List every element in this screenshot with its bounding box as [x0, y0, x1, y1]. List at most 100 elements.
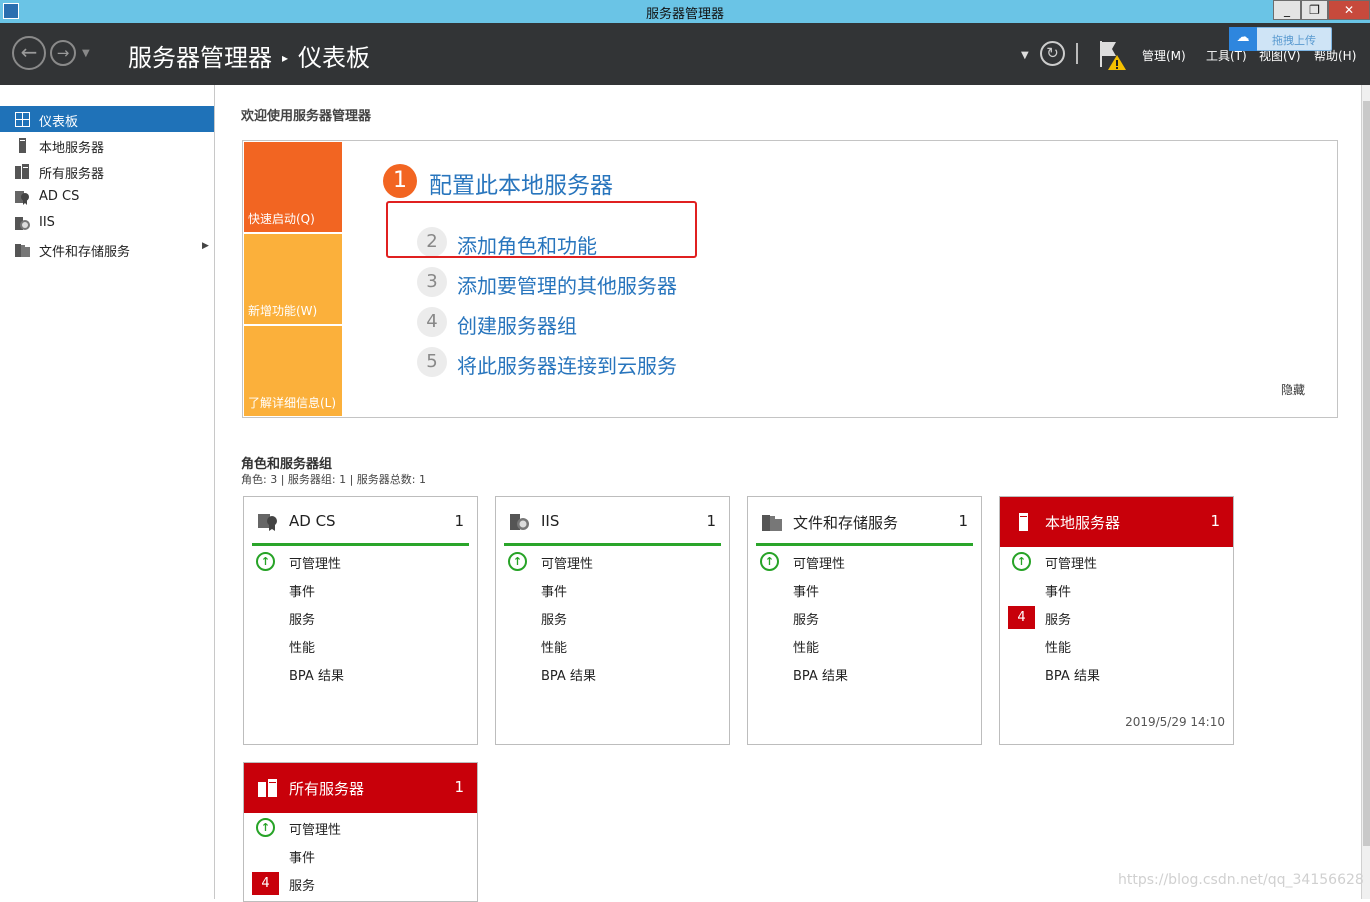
row-services[interactable]: 服务 — [1045, 609, 1071, 628]
card-count: 1 — [1210, 512, 1220, 530]
card-header[interactable]: AD CS 1 — [244, 497, 477, 547]
status-line — [252, 543, 469, 546]
step-configure-local-server[interactable]: 配置此本地服务器 — [429, 166, 613, 200]
status-line — [504, 543, 721, 546]
menu-manage[interactable]: 管理(M) — [1142, 47, 1186, 64]
divider — [1076, 43, 1078, 64]
services-alert-badge: 4 — [1008, 606, 1035, 629]
ok-status-icon: ↑ — [256, 818, 275, 837]
card-title: AD CS — [289, 512, 336, 530]
refresh-button[interactable]: ↻ — [1040, 41, 1065, 66]
restore-button[interactable]: ❐ — [1301, 0, 1328, 20]
window-title: 服务器管理器 — [645, 7, 724, 22]
card-title: 本地服务器 — [1045, 514, 1121, 532]
welcome-title: 欢迎使用服务器管理器 — [241, 109, 372, 124]
step-number: 5 — [417, 347, 447, 377]
row-performance[interactable]: 性能 — [1045, 637, 1071, 656]
minimize-button[interactable]: _ — [1273, 0, 1301, 20]
sidebar-item-label: 所有服务器 — [39, 167, 105, 182]
sidebar-item-adcs[interactable]: AD CS — [0, 184, 214, 210]
tab-whats-new[interactable]: 新增功能(W) — [244, 234, 342, 324]
role-card-all-servers[interactable]: 所有服务器 1 ↑ 可管理性 事件 4 服务 — [243, 762, 478, 902]
expand-arrow-icon[interactable]: ▶ — [202, 241, 209, 251]
row-performance[interactable]: 性能 — [289, 637, 315, 656]
ok-status-icon: ↑ — [508, 552, 527, 571]
sidebar-item-label: 文件和存储服务 — [39, 245, 131, 260]
forward-button[interactable]: → — [50, 40, 76, 66]
notifications-flag-button[interactable] — [1099, 39, 1126, 70]
upload-widget[interactable]: ☁ 拖拽上传 — [1229, 27, 1332, 51]
row-manageability[interactable]: 可管理性 — [289, 553, 341, 572]
iis-icon — [15, 217, 30, 230]
row-bpa-results[interactable]: BPA 结果 — [541, 665, 596, 684]
row-services[interactable]: 服务 — [541, 609, 567, 628]
status-line — [756, 543, 973, 546]
row-manageability[interactable]: 可管理性 — [289, 819, 341, 838]
row-services[interactable]: 服务 — [793, 609, 819, 628]
role-card-local-server[interactable]: 本地服务器 1 ↑ 可管理性 事件 4 服务 性能 BPA 结果 2019/5/… — [999, 496, 1234, 745]
card-header[interactable]: IIS 1 — [496, 497, 729, 547]
card-title: 所有服务器 — [289, 780, 365, 798]
step-number: 3 — [417, 267, 447, 297]
sidebar: 仪表板 本地服务器 所有服务器 AD CS IIS 文件和存储服务 ▶ — [0, 85, 215, 899]
step-number: 1 — [383, 164, 417, 198]
highlight-annotation — [386, 201, 697, 258]
refresh-icon: ↻ — [1046, 44, 1059, 62]
step-create-server-group[interactable]: 创建服务器组 — [457, 310, 577, 339]
file-storage-icon — [15, 244, 30, 257]
row-performance[interactable]: 性能 — [541, 637, 567, 656]
step-add-servers[interactable]: 添加要管理的其他服务器 — [457, 270, 677, 299]
card-count: 1 — [706, 512, 716, 530]
sidebar-item-label: AD CS — [39, 189, 80, 204]
row-services[interactable]: 服务 — [289, 875, 315, 894]
row-services[interactable]: 服务 — [289, 609, 315, 628]
row-bpa-results[interactable]: BPA 结果 — [793, 665, 848, 684]
role-card-file-storage[interactable]: 文件和存储服务 1 ↑ 可管理性 事件 服务 性能 BPA 结果 — [747, 496, 982, 745]
step-connect-cloud[interactable]: 将此服务器连接到云服务 — [457, 350, 677, 379]
tab-label: 快速启动(Q) — [248, 212, 315, 226]
ok-status-icon: ↑ — [1012, 552, 1031, 571]
watermark: https://blog.csdn.net/qq_34156628 — [1118, 872, 1364, 888]
row-events[interactable]: 事件 — [289, 847, 315, 866]
upload-label: 拖拽上传 — [1272, 34, 1316, 47]
row-events[interactable]: 事件 — [541, 581, 567, 600]
card-header[interactable]: 本地服务器 1 — [1000, 497, 1233, 547]
role-card-adcs[interactable]: AD CS 1 ↑ 可管理性 事件 服务 性能 BPA 结果 — [243, 496, 478, 745]
row-manageability[interactable]: 可管理性 — [541, 553, 593, 572]
tab-label: 了解详细信息(L) — [248, 396, 337, 410]
servers-icon — [15, 164, 29, 179]
back-button[interactable]: ← — [12, 36, 46, 70]
sidebar-item-label: IIS — [39, 215, 55, 230]
card-header[interactable]: 文件和存储服务 1 — [748, 497, 981, 547]
row-events[interactable]: 事件 — [289, 581, 315, 600]
role-card-iis[interactable]: IIS 1 ↑ 可管理性 事件 服务 性能 BPA 结果 — [495, 496, 730, 745]
breadcrumb-root[interactable]: 服务器管理器 — [128, 44, 272, 72]
close-button[interactable]: ✕ — [1328, 0, 1370, 20]
scrollbar-thumb[interactable] — [1363, 101, 1370, 846]
row-bpa-results[interactable]: BPA 结果 — [1045, 665, 1100, 684]
tab-quick-start[interactable]: 快速启动(Q) — [244, 142, 342, 232]
sidebar-item-iis[interactable]: IIS — [0, 210, 214, 236]
tab-learn-more[interactable]: 了解详细信息(L) — [244, 326, 342, 416]
vertical-scrollbar[interactable] — [1361, 85, 1370, 899]
row-performance[interactable]: 性能 — [793, 637, 819, 656]
breadcrumb-dropdown-icon[interactable]: ▼ — [1021, 50, 1029, 61]
history-dropdown-icon[interactable]: ▼ — [82, 48, 90, 59]
dashboard-content: 欢迎使用服务器管理器 快速启动(Q) 新增功能(W) 了解详细信息(L) 1 配… — [216, 85, 1361, 902]
sidebar-item-file-storage[interactable]: 文件和存储服务 ▶ — [0, 236, 214, 262]
row-bpa-results[interactable]: BPA 结果 — [289, 665, 344, 684]
row-events[interactable]: 事件 — [793, 581, 819, 600]
card-count: 1 — [454, 778, 464, 796]
row-manageability[interactable]: 可管理性 — [793, 553, 845, 572]
sidebar-item-local-server[interactable]: 本地服务器 — [0, 132, 214, 158]
sidebar-item-dashboard[interactable]: 仪表板 — [0, 106, 214, 132]
hide-link[interactable]: 隐藏 — [1281, 381, 1305, 398]
welcome-tile: 快速启动(Q) 新增功能(W) 了解详细信息(L) 1 配置此本地服务器 2 添… — [242, 140, 1338, 418]
row-events[interactable]: 事件 — [1045, 581, 1071, 600]
sidebar-item-all-servers[interactable]: 所有服务器 — [0, 158, 214, 184]
roles-section-title: 角色和服务器组 — [241, 457, 333, 472]
row-manageability[interactable]: 可管理性 — [1045, 553, 1097, 572]
card-header[interactable]: 所有服务器 1 — [244, 763, 477, 813]
server-icon — [1019, 513, 1028, 531]
file-storage-icon — [762, 515, 782, 531]
